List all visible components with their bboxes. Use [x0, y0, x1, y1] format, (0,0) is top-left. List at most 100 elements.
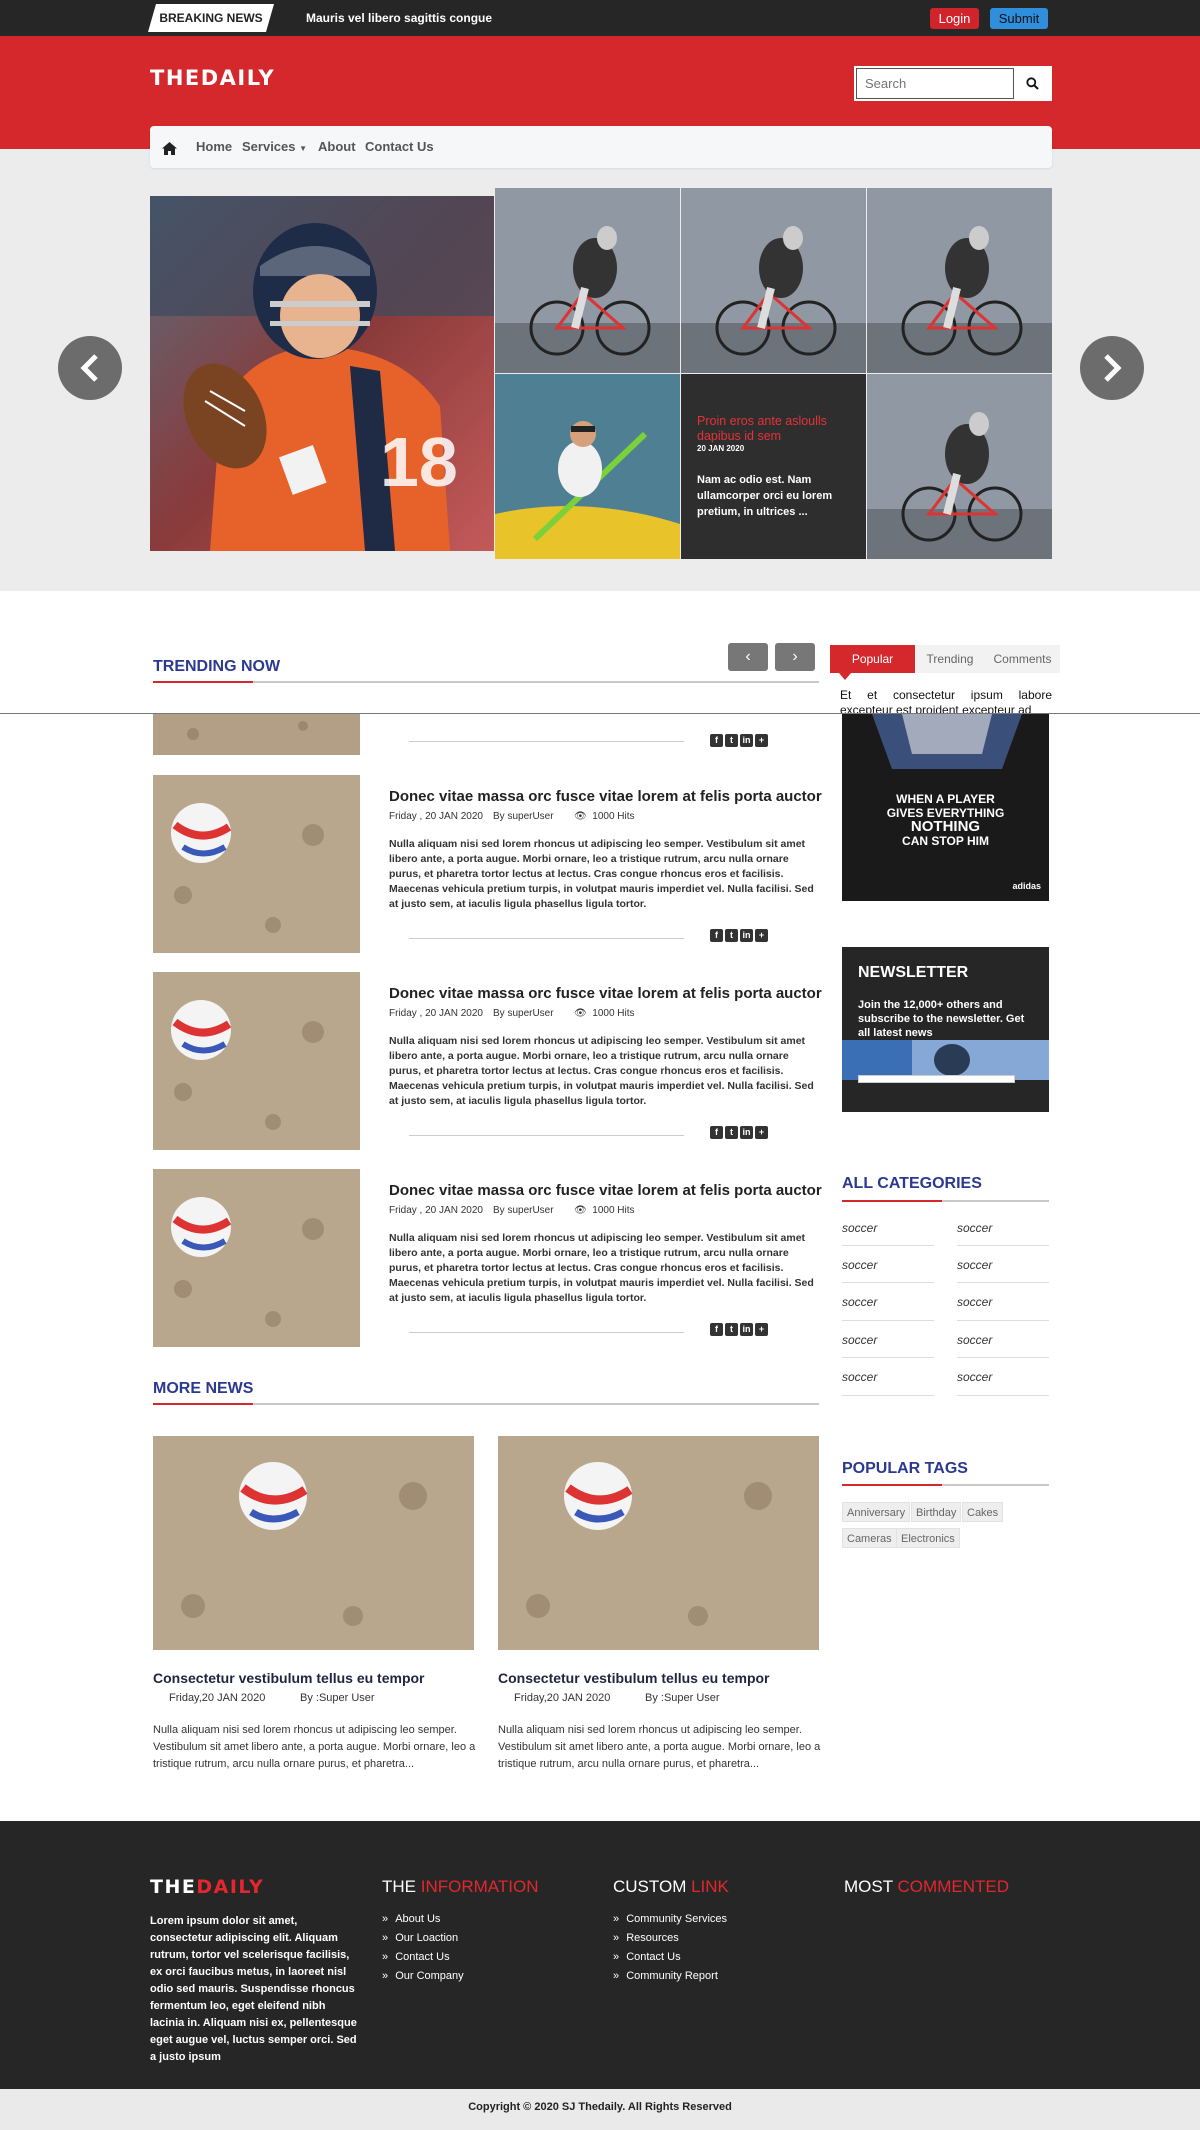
more-news-item-title[interactable]: Consectetur vestibulum tellus eu tempor — [153, 1670, 425, 1686]
slider-next-button[interactable] — [1080, 336, 1144, 400]
footer-link-contact[interactable]: » Contact Us — [382, 1951, 450, 1963]
sidebar-ad[interactable]: WHEN A PLAYER GIVES EVERYTHING NOTHING C… — [842, 714, 1049, 901]
tag[interactable]: Birthday — [911, 1502, 962, 1522]
twitter-icon[interactable]: t — [725, 1323, 738, 1336]
category-link[interactable]: soccer — [842, 1333, 877, 1347]
plus-icon[interactable]: + — [755, 929, 768, 942]
category-divider — [842, 1357, 934, 1358]
footer-link-community-services[interactable]: » Community Services — [613, 1913, 727, 1925]
tag[interactable]: Anniversary — [842, 1502, 911, 1522]
article-thumbnail[interactable] — [153, 775, 360, 953]
tags-title: POPULAR TAGS — [842, 1460, 968, 1477]
footer-link-about-us[interactable]: » About Us — [382, 1913, 440, 1925]
trending-prev-button[interactable]: ‹ — [728, 643, 768, 671]
category-link[interactable]: soccer — [957, 1370, 992, 1384]
footer-link-company[interactable]: » Our Company — [382, 1970, 464, 1982]
tag[interactable]: Electronics — [896, 1528, 960, 1548]
more-news-image[interactable] — [153, 1436, 474, 1650]
linkedin-icon[interactable]: in — [740, 1323, 753, 1336]
footer-link-contact-us[interactable]: » Contact Us — [613, 1951, 681, 1963]
sidebar-tabs: Popular Trending Comments — [830, 645, 1060, 673]
trending-next-button[interactable]: › — [775, 643, 815, 671]
nav-home[interactable]: Home — [196, 126, 232, 168]
slider-main-image[interactable]: 18 — [150, 196, 494, 551]
slider-prev-button[interactable] — [58, 336, 122, 400]
nav-about[interactable]: About — [318, 126, 356, 168]
footer-link-location[interactable]: » Our Loaction — [382, 1932, 458, 1944]
footer-link-resources[interactable]: » Resources — [613, 1932, 679, 1944]
slider-tile[interactable] — [867, 374, 1052, 559]
slider-overlay-tile[interactable]: Proin eros ante asloulls dapibus id sem … — [681, 374, 866, 559]
tab-popular[interactable]: Popular — [830, 645, 915, 673]
tab-trending[interactable]: Trending — [915, 645, 985, 673]
article-title[interactable]: Donec vitae massa orc fusce vitae lorem … — [389, 788, 822, 805]
footer-information-heading-b: INFORMATION — [420, 1877, 539, 1896]
category-divider — [957, 1357, 1049, 1358]
slider-tile[interactable] — [495, 374, 680, 559]
facebook-icon[interactable]: f — [710, 1323, 723, 1336]
article-author[interactable]: By superUser — [493, 1205, 554, 1216]
breaking-news-text[interactable]: Mauris vel libero sagittis congue — [306, 0, 492, 36]
more-news-author[interactable]: By :Super User — [300, 1692, 375, 1704]
footer-logo[interactable]: THEDAILY — [150, 1876, 264, 1898]
linkedin-icon[interactable]: in — [740, 1126, 753, 1139]
newsletter-email-input[interactable] — [858, 1075, 1015, 1083]
tag[interactable]: Cakes — [962, 1502, 1004, 1522]
plus-icon[interactable]: + — [755, 1126, 768, 1139]
slider-tile[interactable] — [681, 188, 866, 373]
slider-tile[interactable] — [495, 188, 680, 373]
article-thumbnail[interactable] — [153, 972, 360, 1150]
article-thumbnail[interactable] — [153, 1169, 360, 1347]
home-icon[interactable] — [162, 127, 177, 169]
article-date: Friday , 20 JAN 2020 — [389, 1008, 483, 1019]
footer-most-commented-heading-b: COMMENTED — [897, 1877, 1009, 1896]
search-input[interactable] — [856, 68, 1014, 99]
twitter-icon[interactable]: t — [725, 929, 738, 942]
article-hits-text: 1000 Hits — [592, 1205, 635, 1216]
category-link[interactable]: soccer — [957, 1295, 992, 1309]
article-title[interactable]: Donec vitae massa orc fusce vitae lorem … — [389, 1182, 822, 1199]
facebook-icon[interactable]: f — [710, 734, 723, 747]
linkedin-icon[interactable]: in — [740, 929, 753, 942]
category-link[interactable]: soccer — [842, 1258, 877, 1272]
ad-text-line: WHEN A PLAYER — [896, 792, 995, 806]
article-author[interactable]: By superUser — [493, 1008, 554, 1019]
article-thumbnail[interactable] — [153, 714, 360, 755]
footer-information-heading-a: THE — [382, 1877, 421, 1896]
login-button[interactable]: Login — [930, 8, 979, 29]
more-news-image[interactable] — [498, 1436, 819, 1650]
footer-custom-link-heading: CUSTOM LINK — [613, 1877, 729, 1897]
footer-link-community-report[interactable]: » Community Report — [613, 1970, 718, 1982]
linkedin-icon[interactable]: in — [740, 734, 753, 747]
twitter-icon[interactable]: t — [725, 1126, 738, 1139]
more-news-author[interactable]: By :Super User — [645, 1692, 720, 1704]
nav-services[interactable]: Services ▼ — [242, 126, 307, 170]
tab-comments[interactable]: Comments — [985, 645, 1060, 673]
category-link[interactable]: soccer — [842, 1221, 877, 1235]
twitter-icon[interactable]: t — [725, 734, 738, 747]
plus-icon[interactable]: + — [755, 734, 768, 747]
more-news-item-title[interactable]: Consectetur vestibulum tellus eu tempor — [498, 1670, 770, 1686]
slider-tile[interactable] — [867, 188, 1052, 373]
nav-contact[interactable]: Contact Us — [365, 126, 434, 168]
category-link[interactable]: soccer — [957, 1221, 992, 1235]
facebook-icon[interactable]: f — [710, 1126, 723, 1139]
search-button[interactable] — [1014, 68, 1050, 99]
category-link[interactable]: soccer — [957, 1258, 992, 1272]
tags-underline — [842, 1484, 1049, 1486]
category-divider — [842, 1320, 934, 1321]
categories-title: ALL CATEGORIES — [842, 1175, 982, 1192]
more-news-date: Friday,20 JAN 2020 — [514, 1692, 611, 1704]
article-divider — [409, 1332, 684, 1333]
tag[interactable]: Cameras — [842, 1528, 897, 1548]
article-title[interactable]: Donec vitae massa orc fusce vitae lorem … — [389, 985, 822, 1002]
article-author[interactable]: By superUser — [493, 811, 554, 822]
facebook-icon[interactable]: f — [710, 929, 723, 942]
slider-overlay-title[interactable]: Proin eros ante asloulls dapibus id sem — [697, 414, 857, 444]
plus-icon[interactable]: + — [755, 1323, 768, 1336]
submit-button[interactable]: Submit — [990, 8, 1048, 29]
site-logo[interactable]: THEDAILY — [150, 66, 275, 90]
category-link[interactable]: soccer — [842, 1370, 877, 1384]
category-link[interactable]: soccer — [957, 1333, 992, 1347]
category-link[interactable]: soccer — [842, 1295, 877, 1309]
